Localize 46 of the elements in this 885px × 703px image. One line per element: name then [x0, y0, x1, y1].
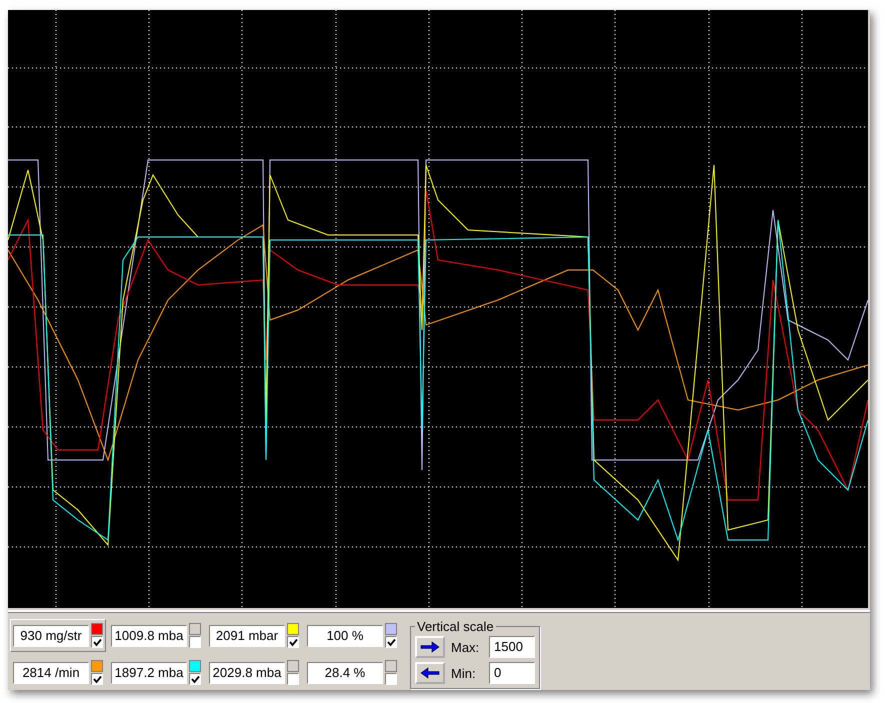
checkbox[interactable]: [385, 673, 397, 685]
checkbox[interactable]: [189, 636, 201, 648]
channel-frame[interactable]: 2029.8 mba: [206, 656, 302, 689]
checkbox[interactable]: [189, 673, 201, 685]
checkbox[interactable]: [287, 673, 299, 685]
decrease-button[interactable]: [415, 662, 445, 684]
checkbox[interactable]: [287, 636, 299, 648]
value-field: 2091 mbar: [209, 624, 285, 646]
value-field: 100 %: [307, 624, 383, 646]
checkbox[interactable]: [385, 636, 397, 648]
channel-frame[interactable]: 28.4 %: [304, 656, 400, 689]
group-title: Vertical scale: [416, 619, 495, 634]
channel-frame[interactable]: 100 %: [304, 619, 400, 652]
color-swatch[interactable]: [189, 660, 201, 672]
channel-frame[interactable]: 2091 mbar: [206, 619, 302, 652]
check-icon: [92, 638, 102, 646]
increase-button[interactable]: [415, 636, 445, 658]
channel-frame[interactable]: 1009.8 mba: [108, 619, 204, 652]
check-icon: [190, 674, 200, 684]
check-icon: [386, 638, 396, 646]
color-swatch[interactable]: [385, 660, 397, 672]
value-field: 28.4 %: [307, 662, 383, 684]
check-icon: [288, 638, 298, 646]
color-swatch[interactable]: [189, 623, 201, 635]
value-field: 2029.8 mba: [209, 662, 285, 684]
value-field: 1897.2 mba: [111, 662, 187, 684]
checkbox[interactable]: [91, 673, 103, 685]
color-swatch[interactable]: [91, 660, 103, 672]
color-swatch[interactable]: [287, 660, 299, 672]
right-arrow-icon: [420, 641, 440, 653]
max-label: Max:: [451, 640, 480, 654]
checkbox[interactable]: [91, 636, 103, 648]
channel-frame[interactable]: 1897.2 mba: [108, 656, 204, 689]
min-field[interactable]: 0: [489, 662, 535, 684]
channel-frame[interactable]: 2814 /min: [10, 656, 106, 689]
value-field: 930 mg/str: [13, 624, 89, 646]
value-field: 1009.8 mba: [111, 624, 187, 646]
min-label: Min:: [451, 666, 477, 680]
color-swatch[interactable]: [91, 623, 103, 635]
color-swatch[interactable]: [385, 623, 397, 635]
color-swatch[interactable]: [287, 623, 299, 635]
value-field: 2814 /min: [13, 662, 89, 684]
max-field[interactable]: 1500: [489, 636, 535, 658]
check-icon: [92, 674, 102, 684]
left-arrow-icon: [420, 667, 440, 679]
selected-channel-frame[interactable]: 930 mg/str: [10, 619, 106, 652]
